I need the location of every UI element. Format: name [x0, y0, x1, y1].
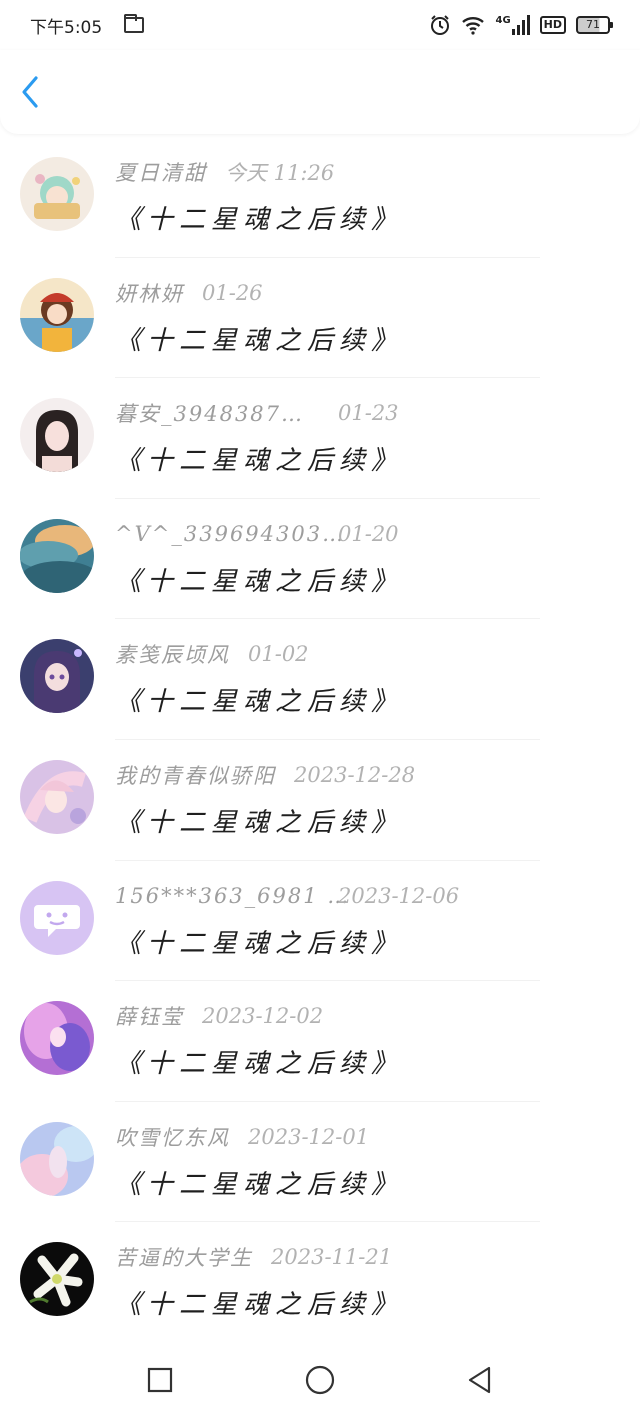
recent-apps-button[interactable] — [80, 1366, 240, 1394]
user-name[interactable]: 妍林妍 — [115, 278, 184, 308]
alarm-icon — [431, 15, 450, 35]
comment-date: 2023-12-02 — [202, 1004, 324, 1029]
story-title[interactable]: 《十二星魂之后续》 — [115, 1043, 403, 1080]
comment-date: 01-26 — [202, 280, 263, 305]
back-triangle-icon — [468, 1366, 491, 1394]
comment-date: 01-23 — [338, 401, 399, 426]
user-name[interactable]: 素笺辰顷风 — [115, 639, 230, 669]
back-button[interactable] — [20, 72, 54, 112]
folder-icon — [124, 14, 145, 33]
status-time: 下午5:05 — [30, 17, 103, 38]
chevron-left-icon — [22, 76, 38, 108]
story-title[interactable]: 《十二星魂之后续》 — [115, 681, 403, 718]
list-item[interactable]: 156***363_6981 … 2023-12-06 《十二星魂之后续》 — [0, 861, 640, 982]
story-title[interactable]: 《十二星魂之后续》 — [115, 320, 403, 357]
user-name[interactable]: 我的青春似骄阳 — [115, 760, 276, 790]
photo-avatar — [20, 398, 94, 473]
anime-avatar-2 — [20, 277, 94, 352]
signal-icon: 4G — [495, 15, 530, 35]
header — [0, 50, 640, 134]
comment-date: 01-02 — [248, 642, 309, 667]
story-title[interactable]: 《十二星魂之后续》 — [115, 199, 403, 236]
comment-date: 2023-12-28 — [294, 762, 416, 787]
battery-level: 71 — [586, 18, 600, 31]
home-button[interactable] — [240, 1364, 400, 1396]
list-item[interactable]: 素笺辰顷风 01-02 《十二星魂之后续》 — [0, 619, 640, 740]
pastel-avatar — [20, 1121, 94, 1196]
user-name[interactable]: 薛钰莹 — [115, 1001, 184, 1031]
list-item[interactable]: ^V^_339694303… 01-20 《十二星魂之后续》 — [0, 499, 640, 620]
system-nav-bar — [0, 1338, 640, 1422]
user-name[interactable]: 暮安_3948387… — [115, 398, 320, 428]
default-chat-avatar — [20, 880, 94, 955]
list-item[interactable]: 夏日清甜 今天 11:26 《十二星魂之后续》 — [0, 137, 640, 258]
comment-list: 夏日清甜 今天 11:26 《十二星魂之后续》 妍林妍 01-26 《十二星魂之… — [0, 137, 640, 1343]
story-title[interactable]: 《十二星魂之后续》 — [115, 802, 415, 839]
status-bar: 下午5:05 4G HD 71 — [0, 0, 640, 50]
comment-date: 今天 11:26 — [225, 161, 335, 185]
user-name[interactable]: ^V^_339694303… — [115, 522, 343, 546]
story-title[interactable]: 《十二星魂之后续》 — [115, 1164, 403, 1201]
lily-avatar — [20, 1242, 94, 1317]
recent-apps-icon — [147, 1367, 173, 1393]
list-item[interactable]: 吹雪忆东风 2023-12-01 《十二星魂之后续》 — [0, 1102, 640, 1223]
user-name[interactable]: 吹雪忆东风 — [115, 1122, 230, 1152]
sky-avatar — [20, 518, 94, 593]
anime-avatar-4 — [20, 759, 94, 834]
anime-avatar-3 — [20, 639, 94, 714]
list-item[interactable]: 妍林妍 01-26 《十二星魂之后续》 — [0, 258, 640, 379]
story-title[interactable]: 《十二星魂之后续》 — [115, 923, 459, 960]
comment-date: 2023-12-06 — [338, 883, 460, 908]
story-title[interactable]: 《十二星魂之后续》 — [115, 1284, 403, 1321]
list-item[interactable]: 暮安_3948387… 01-23 《十二星魂之后续》 — [0, 378, 640, 499]
anime-avatar-5 — [20, 1001, 94, 1076]
user-name[interactable]: 苦逼的大学生 — [115, 1242, 253, 1272]
battery-icon: 71 — [576, 16, 613, 34]
user-name[interactable]: 156***363_6981 … — [115, 884, 348, 908]
wifi-icon — [462, 17, 485, 35]
user-name[interactable]: 夏日清甜 — [115, 157, 207, 187]
comment-date: 2023-12-01 — [248, 1124, 370, 1149]
hd-badge: HD — [539, 16, 566, 34]
anime-avatar-1 — [20, 157, 94, 231]
list-item[interactable]: 苦逼的大学生 2023-11-21 《十二星魂之后续》 — [0, 1222, 640, 1343]
status-icons: 4G HD 71 — [429, 14, 613, 36]
story-title[interactable]: 《十二星魂之后续》 — [115, 561, 403, 598]
comment-date: 2023-11-21 — [271, 1245, 393, 1270]
comment-date: 01-20 — [338, 521, 399, 546]
back-nav-button[interactable] — [400, 1365, 560, 1395]
story-title[interactable]: 《十二星魂之后续》 — [115, 440, 403, 477]
home-icon — [305, 1365, 335, 1395]
list-item[interactable]: 我的青春似骄阳 2023-12-28 《十二星魂之后续》 — [0, 740, 640, 861]
list-item[interactable]: 薛钰莹 2023-12-02 《十二星魂之后续》 — [0, 981, 640, 1102]
network-label: 4G — [495, 15, 511, 26]
